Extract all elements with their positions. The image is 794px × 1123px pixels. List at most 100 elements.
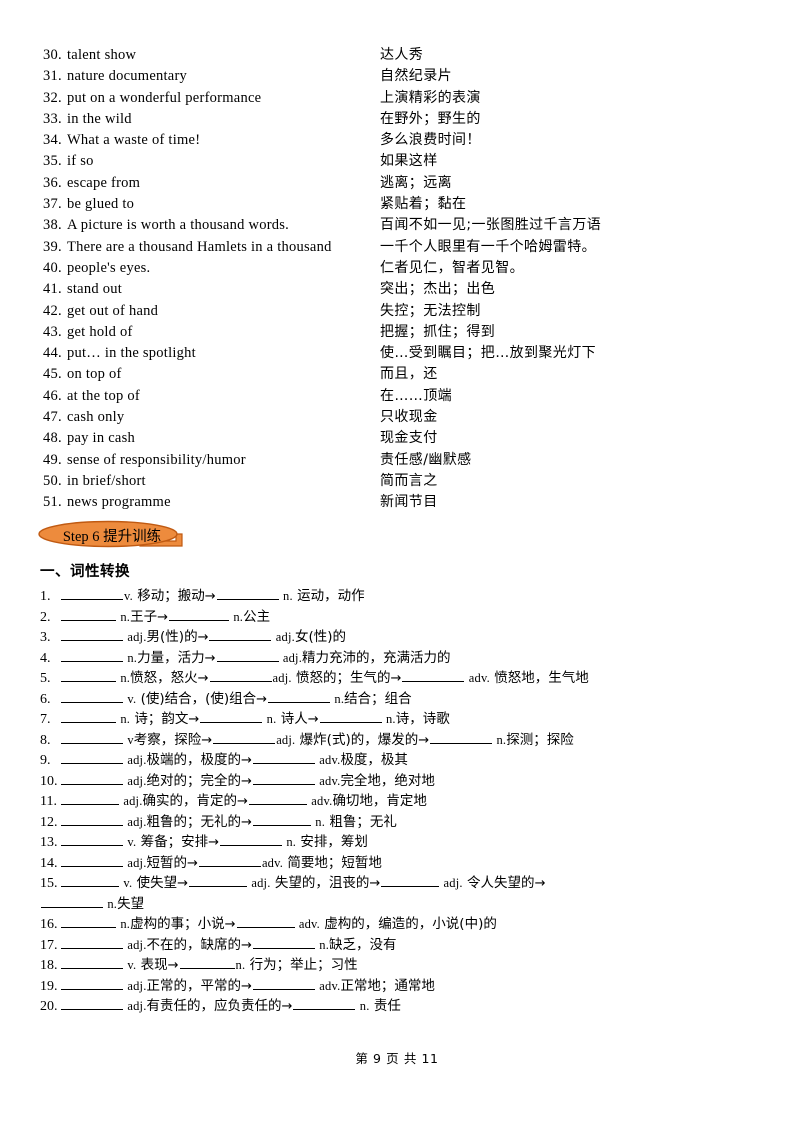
answer-blank[interactable]: [61, 874, 119, 887]
chinese-gloss: 确切地，肯定地: [332, 793, 427, 809]
vocab-row: 44. put… in the spotlight 使…受到瞩目；把…放到聚光灯下: [43, 343, 753, 364]
vocab-chinese: 简而言之: [380, 472, 438, 489]
arrow-icon: →: [241, 978, 252, 994]
arrow-icon: →: [197, 671, 209, 686]
exercise-heading: 一、词性转换: [40, 564, 130, 580]
answer-blank[interactable]: [61, 977, 123, 990]
arrow-icon: →: [241, 753, 252, 768]
answer-blank[interactable]: [61, 833, 123, 846]
answer-blank[interactable]: [61, 690, 123, 703]
answer-blank[interactable]: [200, 710, 263, 723]
part-of-speech-label: adj.: [248, 876, 271, 890]
exercise-number: 15.: [40, 876, 58, 891]
answer-blank[interactable]: [268, 690, 331, 703]
chinese-gloss: 力量，活力: [137, 649, 205, 666]
answer-blank[interactable]: [169, 608, 230, 621]
chinese-gloss: 探测；探险: [506, 731, 574, 748]
answer-blank[interactable]: [61, 628, 123, 641]
chinese-gloss: 王子: [130, 608, 158, 625]
vocab-english-text: in brief/short: [67, 472, 146, 489]
answer-blank[interactable]: [61, 710, 116, 723]
arrow-icon: →: [307, 712, 319, 727]
answer-blank[interactable]: [319, 710, 382, 723]
answer-blank[interactable]: [61, 772, 123, 785]
vocab-english: 30. talent show: [43, 45, 380, 66]
answer-blank[interactable]: [61, 669, 116, 682]
answer-blank[interactable]: [61, 608, 116, 621]
vocab-row: 42. get out of hand 失控；无法控制: [43, 301, 753, 322]
answer-blank[interactable]: [61, 936, 123, 949]
chinese-gloss: 极端的，极度的: [146, 752, 242, 768]
chinese-gloss: 精力充沛的，充满活力的: [302, 649, 451, 666]
answer-blank[interactable]: [293, 997, 356, 1010]
answer-blank[interactable]: [252, 772, 315, 785]
answer-blank[interactable]: [61, 649, 123, 662]
vocab-row: 35. if so 如果这样: [43, 151, 753, 172]
vocab-number: 43.: [43, 323, 62, 340]
answer-blank[interactable]: [61, 813, 123, 826]
answer-blank[interactable]: [61, 854, 123, 867]
chinese-gloss: 简要地；短暂地: [283, 854, 382, 871]
vocab-chinese: 使…受到瞩目；把…放到聚光灯下: [380, 345, 596, 362]
answer-blank[interactable]: [61, 915, 116, 928]
answer-blank[interactable]: [179, 956, 235, 969]
exercise-items: 1. v. 移动；搬动→ n. 运动，动作 2. n.王子→ n.公主 3. adj.…: [40, 586, 760, 1017]
part-of-speech-label: v.: [124, 835, 137, 849]
answer-blank[interactable]: [189, 874, 247, 887]
answer-blank[interactable]: [61, 792, 119, 805]
chinese-gloss: 令人失望的: [462, 875, 535, 891]
answer-blank[interactable]: [209, 669, 272, 682]
vocab-number: 39.: [43, 238, 62, 255]
chinese-gloss: 筹备；安排: [136, 834, 209, 850]
vocab-number: 40.: [43, 259, 62, 276]
chinese-gloss: 愤怒，怒火: [130, 670, 198, 686]
vocab-number: 30.: [43, 47, 62, 63]
chinese-gloss: 运动，动作: [292, 588, 365, 604]
answer-blank[interactable]: [61, 956, 123, 969]
answer-blank[interactable]: [252, 751, 315, 764]
answer-blank[interactable]: [216, 587, 279, 600]
chinese-gloss: 短暂的: [146, 854, 188, 871]
exercise-row-continuation: n.失望: [40, 894, 760, 915]
answer-blank[interactable]: [41, 895, 103, 908]
answer-blank[interactable]: [252, 936, 315, 949]
answer-blank[interactable]: [61, 587, 123, 600]
page-footer: 第 9 页 共 11: [355, 1051, 439, 1066]
answer-blank[interactable]: [252, 813, 311, 826]
answer-blank[interactable]: [213, 731, 276, 744]
answer-blank[interactable]: [220, 833, 282, 846]
arrow-icon: →: [201, 732, 213, 748]
answer-blank[interactable]: [61, 997, 123, 1010]
answer-blank[interactable]: [198, 854, 261, 867]
part-of-speech-label: adv.: [315, 753, 341, 767]
vocab-row: 33. in the wild 在野外；野生的: [43, 109, 753, 130]
vocab-english-text: news programme: [67, 494, 171, 511]
answer-blank[interactable]: [216, 649, 279, 662]
vocab-chinese: 现金支付: [380, 430, 438, 447]
vocab-number: 37.: [43, 196, 62, 213]
vocab-english: 36. escape from: [43, 173, 380, 194]
answer-blank[interactable]: [252, 977, 315, 990]
answer-blank[interactable]: [402, 669, 465, 682]
answer-blank[interactable]: [209, 628, 272, 641]
vocab-row: 48. pay in cash 现金支付: [43, 428, 753, 449]
answer-blank[interactable]: [236, 915, 295, 928]
exercise-number: 4.: [40, 650, 51, 666]
exercise-number: 3.: [40, 630, 51, 645]
chinese-gloss: 移动；搬动: [132, 588, 205, 604]
part-of-speech-label: n.: [279, 589, 293, 603]
answer-blank[interactable]: [61, 751, 123, 764]
vocab-english: 46. at the top of: [43, 386, 380, 407]
vocab-english: 35. if so: [43, 151, 380, 172]
chinese-gloss: 使失望: [132, 875, 178, 891]
answer-blank[interactable]: [430, 731, 493, 744]
vocab-english-text: put… in the spotlight: [67, 345, 196, 362]
answer-blank[interactable]: [248, 792, 307, 805]
vocab-chinese: 上演精彩的表演: [380, 89, 481, 106]
answer-blank[interactable]: [61, 731, 123, 744]
answer-blank[interactable]: [381, 874, 440, 887]
chinese-gloss: 完全地，绝对地: [340, 772, 435, 789]
vocab-row: 51. news programme 新闻节目: [43, 492, 753, 513]
part-of-speech-label: adv.: [315, 773, 341, 788]
part-of-speech-label: n.: [124, 650, 138, 665]
